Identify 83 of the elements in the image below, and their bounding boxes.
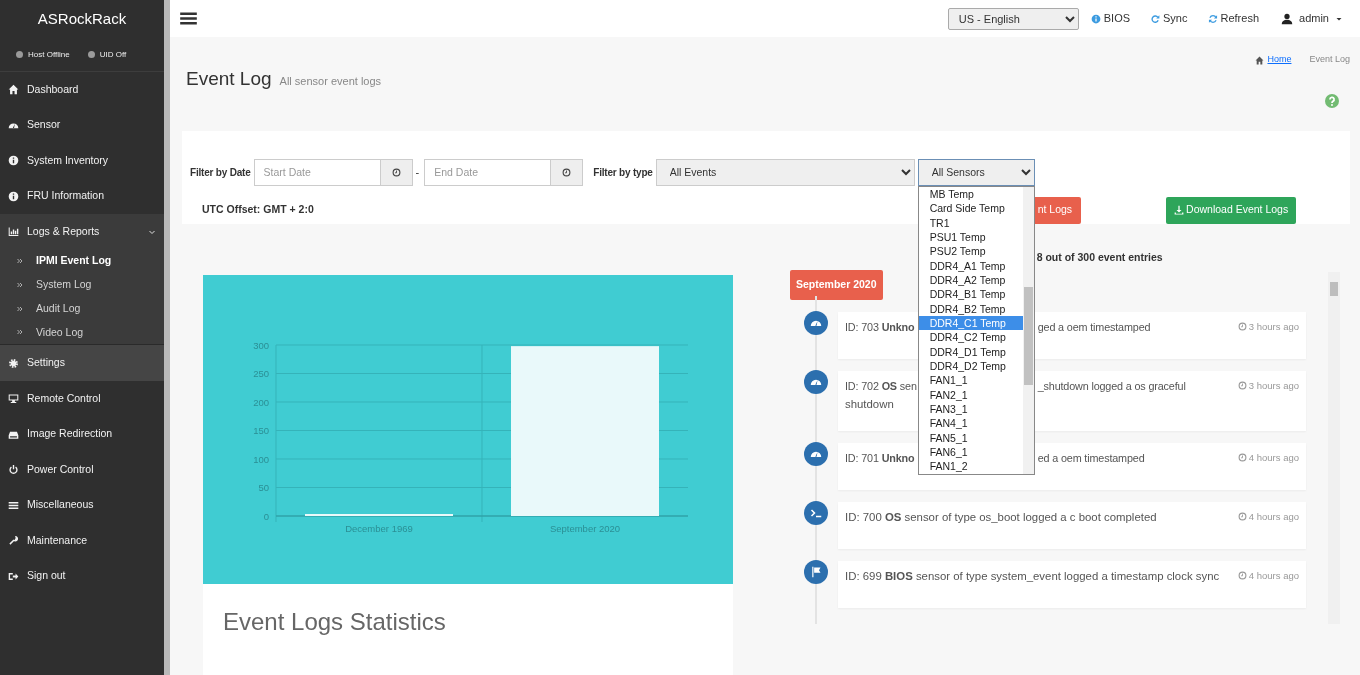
event-time: 4 hours ago <box>1248 450 1299 465</box>
menu-item[interactable]: Settings <box>0 345 164 381</box>
toolbar-link[interactable]: Refresh <box>1207 10 1260 27</box>
sensor-link[interactable]: BIOS <box>884 569 913 582</box>
menu-item[interactable]: Logs & Reports <box>0 214 164 250</box>
dropdown-option[interactable]: Card Side Temp <box>918 201 1023 216</box>
event-text: ged a oem timestamped <box>1037 319 1151 335</box>
event-type-select[interactable]: All Events <box>655 158 915 186</box>
dropdown-option[interactable]: DDR4_B2 Temp <box>918 301 1023 316</box>
breadcrumb-current: Event Log <box>1309 54 1350 66</box>
dropdown-option[interactable]: FAN1_2 <box>918 459 1023 474</box>
event-time: 3 hours ago <box>1248 319 1299 334</box>
status-label: UID Off <box>99 48 127 61</box>
event-text: ID: 700 OS sensor of type os_boot logged a c boot completed <box>845 509 1158 525</box>
dropdown-option[interactable]: DDR4_D1 Temp <box>918 344 1023 359</box>
menu-item[interactable]: System Inventory <box>0 143 164 179</box>
axis-label: September 2020 <box>549 523 621 534</box>
event-text: ID: 702 OS sen <box>845 378 917 394</box>
dropdown-option[interactable]: DDR4_A1 Temp <box>918 258 1023 273</box>
breadcrumb-link[interactable]: Home <box>1255 54 1292 66</box>
brand-logo: ASRockRack <box>37 8 127 29</box>
page-title: Event Log <box>186 67 272 91</box>
event-time: 3 hours ago <box>1248 378 1299 393</box>
dropdown-option[interactable]: PSU1 Temp <box>918 229 1023 245</box>
menu-item[interactable]: FRU Information <box>0 178 164 214</box>
language-select[interactable]: US - English <box>947 7 1079 30</box>
status-label: Host Offline <box>28 48 70 61</box>
menu-item[interactable]: Image Redirection <box>0 416 164 452</box>
menu-item[interactable]: Dashboard <box>0 72 164 108</box>
chart-title: Event Logs Statistics <box>222 607 447 637</box>
event-text: ed a oem timestamped <box>1037 450 1145 466</box>
user-menu[interactable]: admin <box>1281 10 1343 27</box>
dropdown-option[interactable]: FAN6_1 <box>918 445 1023 460</box>
filter-label: Filter by type <box>593 165 653 180</box>
axis-label: December 1969 <box>345 523 413 534</box>
dropdown-option[interactable]: FAN1_1 <box>918 373 1023 388</box>
submenu-item[interactable]: Audit Log <box>0 296 164 321</box>
event-text: ID: 703 Unkno <box>845 319 915 335</box>
dropdown-option[interactable]: DDR4_A2 Temp <box>918 272 1023 288</box>
axis-label: 50 <box>258 482 269 493</box>
axis-label: 200 <box>253 396 269 408</box>
menu-item[interactable]: Power Control <box>0 451 164 488</box>
toolbar-link[interactable]: Sync <box>1150 10 1188 27</box>
dropdown-option[interactable]: FAN2_1 <box>918 387 1023 402</box>
event-time: 4 hours ago <box>1248 509 1299 524</box>
dropdown-option[interactable]: MB Temp <box>918 186 1023 202</box>
dropdown-option[interactable]: FAN4_1 <box>918 416 1023 431</box>
separator-text: - <box>415 165 420 181</box>
page-subtitle: All sensor event logs <box>279 74 382 89</box>
dropdown-option[interactable]: PSU2 Temp <box>918 244 1023 259</box>
dropdown-option[interactable]: TR1 <box>918 215 1023 230</box>
menu-item[interactable]: Miscellaneous <box>0 487 164 523</box>
sensor-link[interactable]: OS <box>881 379 897 392</box>
menu-item[interactable]: Sensor <box>0 107 164 143</box>
event-text: ID: 699 BIOS sensor of type system_event logged a timestamp clock sync <box>845 568 1221 584</box>
event-text: ID: 701 Unkno <box>845 450 915 466</box>
menu-item[interactable]: Remote Control <box>0 380 164 417</box>
dropdown-option[interactable]: DDR4_D2 Temp <box>918 358 1023 374</box>
utc-offset-text: UTC Offset: GMT + 2:0 <box>202 203 314 216</box>
submenu-item[interactable]: IPMI Event Log <box>0 249 164 274</box>
sensor-link[interactable]: Unkno <box>881 451 915 464</box>
sensor-link[interactable]: Unkno <box>881 320 915 333</box>
date-field[interactable]: End Date <box>424 158 552 186</box>
entries-summary: 8 out of 300 event entries <box>1036 250 1163 263</box>
dropdown-option[interactable]: FAN3_1 <box>918 401 1023 417</box>
sensor-link[interactable]: OS <box>884 510 902 523</box>
menu-item[interactable]: Sign out <box>0 558 164 594</box>
dropdown-option[interactable]: FAN5_1 <box>918 430 1023 445</box>
menu-item[interactable]: Maintenance <box>0 522 164 559</box>
event-text: shutdown <box>845 396 894 412</box>
sensor-select[interactable]: All Sensors <box>917 158 1035 186</box>
submenu-item[interactable]: Video Log <box>0 320 164 345</box>
dropdown-option[interactable]: DDR4_C2 Temp <box>918 330 1023 345</box>
axis-label: 150 <box>253 425 269 436</box>
event-text: _shutdown logged a os graceful <box>1037 378 1186 394</box>
filter-label: Filter by Date <box>190 165 251 180</box>
event-time: 4 hours ago <box>1248 568 1299 583</box>
submenu-item[interactable]: System Log <box>0 273 164 297</box>
axis-label: 250 <box>253 368 269 379</box>
date-field[interactable]: Start Date <box>253 158 381 186</box>
toolbar-link[interactable]: BIOS <box>1090 10 1131 27</box>
month-badge: September 2020 <box>790 270 883 300</box>
dropdown-option[interactable]: DDR4_B1 Temp <box>918 287 1023 302</box>
